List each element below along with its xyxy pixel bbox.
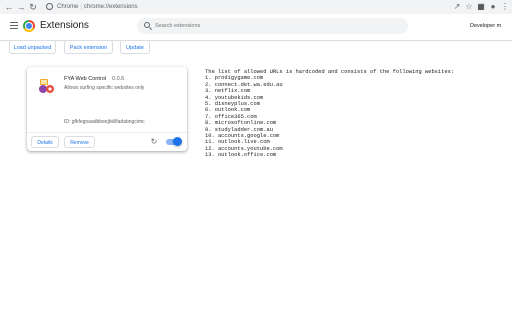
extension-icon <box>39 79 54 93</box>
reload-icon[interactable]: ↻ <box>28 2 38 12</box>
chrome-site-icon[interactable] <box>46 3 53 10</box>
reload-extension-icon[interactable]: ↻ <box>150 138 158 146</box>
details-button[interactable]: Details <box>31 136 59 148</box>
extension-name: FYA Web Control <box>64 76 106 82</box>
developer-mode-label: Developer m <box>470 23 502 29</box>
site-label: Chrome <box>57 4 79 10</box>
url-text: chrome://extensions <box>83 4 138 10</box>
share-icon[interactable]: ↗ <box>452 2 462 12</box>
page-title: Extensions <box>40 20 89 31</box>
url-separator: | <box>80 4 82 10</box>
extension-version: 0.0.6 <box>111 76 125 82</box>
hamburger-menu-icon[interactable] <box>10 22 18 30</box>
load-unpacked-button[interactable]: Load unpacked <box>9 40 56 54</box>
allowed-urls-list: 1. prodigygame.com 2. connect.det.wa.edu.… <box>205 75 454 158</box>
enable-toggle-knob[interactable] <box>173 137 182 146</box>
back-arrow-icon[interactable]: ← <box>4 2 14 12</box>
kebab-menu-icon[interactable]: ⋮ <box>500 2 510 12</box>
extensions-puzzle-icon[interactable]: ▦ <box>476 2 486 12</box>
star-icon[interactable]: ☆ <box>464 2 474 12</box>
allowed-url-item: 13. outlook.office.com <box>205 152 277 159</box>
chrome-logo-icon <box>23 20 35 32</box>
card-divider <box>27 132 187 133</box>
allowed-urls-text: The list of allowed URLs is hardcoded an… <box>205 69 454 159</box>
forward-arrow-icon[interactable]: → <box>16 2 26 12</box>
search-input[interactable] <box>155 19 395 33</box>
extension-id: ID: gfkfegoaadbbeejbkllfadabngcimc <box>64 119 145 125</box>
extension-name-row: FYA Web Control 0.0.6 <box>64 75 124 83</box>
update-button[interactable]: Update <box>120 40 150 54</box>
extension-description: Allows surfing specific websites only <box>64 85 145 91</box>
pack-extension-button[interactable]: Pack extension <box>64 40 113 54</box>
address-bar-text[interactable]: Chrome | chrome://extensions <box>57 2 138 12</box>
remove-button[interactable]: Remove <box>64 136 95 148</box>
search-icon <box>144 22 150 28</box>
profile-icon[interactable]: ● <box>488 2 498 12</box>
